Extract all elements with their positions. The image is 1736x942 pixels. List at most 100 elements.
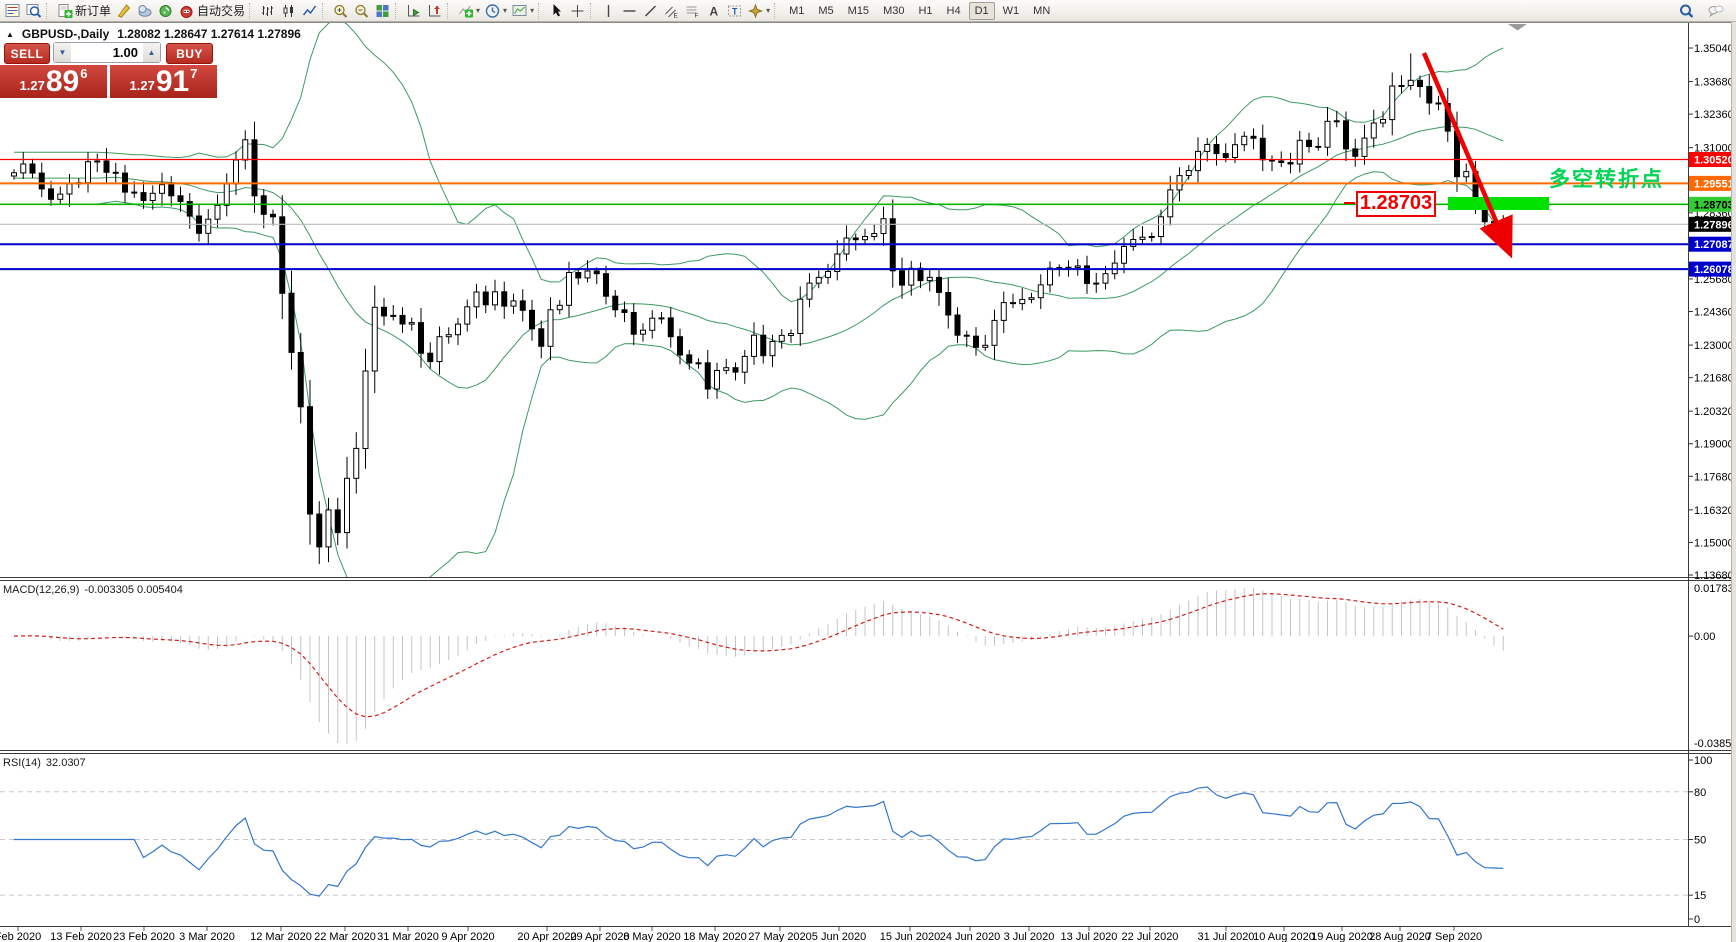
horizontal-line-icon[interactable] — [619, 2, 640, 20]
price-tick-label: 1.19000 — [1694, 439, 1734, 451]
price-tick-label: 1.35040 — [1694, 43, 1734, 55]
date-tick-label: 31 Jul 2020 — [1198, 931, 1255, 942]
autotrading-icon[interactable]: 自动交易 — [176, 2, 247, 20]
price-badge-label: 1.28703 — [1694, 199, 1734, 211]
text-icon[interactable]: A — [703, 2, 724, 20]
cursor-icon[interactable] — [546, 2, 567, 20]
timeframe-d1-button[interactable]: D1 — [968, 1, 995, 20]
chat-icon[interactable] — [1705, 2, 1726, 20]
volume-increase-button[interactable]: ▲ — [143, 43, 160, 62]
timeframe-m1-button[interactable]: M1 — [783, 2, 810, 20]
turning-point-annotation[interactable]: 多空转折点 — [1549, 163, 1664, 193]
mt4-window: 新订单 自动交易 ▾ ▾ ▾ E F A T ▾ M1 M5 M15 M30 H1 H4 D1 W1 MN ▲ GB… — [0, 0, 1736, 942]
rsi-axis-label: 0 — [1694, 914, 1700, 926]
toolbar-separator — [447, 2, 452, 19]
sell-button[interactable]: SELL — [4, 43, 50, 64]
price-badge-label: 1.27896 — [1694, 219, 1734, 231]
chevron-down-icon: ▾ — [766, 5, 771, 15]
sell-price-sup: 6 — [80, 66, 88, 81]
toolbar-separator — [322, 2, 327, 19]
date-tick-label: 10 Aug 2020 — [1253, 931, 1315, 942]
date-tick-label: 3 Jul 2020 — [1004, 931, 1055, 942]
toolbar-separator — [395, 2, 400, 19]
chart-shift-icon[interactable] — [424, 2, 445, 20]
search-icon[interactable] — [1676, 2, 1697, 20]
price-tick-label: 1.15000 — [1694, 537, 1734, 549]
buy-price-big: 91 — [155, 65, 190, 98]
toolbar-separator — [590, 2, 595, 19]
periods-icon[interactable]: ▾ — [482, 2, 509, 20]
trendline-icon[interactable] — [640, 2, 661, 20]
line-chart-icon[interactable] — [299, 2, 320, 20]
svg-text:A: A — [710, 4, 719, 18]
highlight-rectangle[interactable] — [1448, 197, 1549, 210]
date-tick-label: 31 Mar 2020 — [377, 931, 439, 942]
chevron-down-icon: ▾ — [530, 5, 535, 15]
macd-axis-label: 0.017833 — [1694, 583, 1736, 595]
auto-scroll-icon[interactable] — [403, 2, 424, 20]
volume-stepper: ▼ 1.00 ▲ — [53, 42, 161, 63]
date-tick-label: 7 Sep 2020 — [1426, 931, 1482, 942]
market-watch-icon[interactable] — [2, 2, 23, 20]
volume-input[interactable]: 1.00 — [71, 43, 143, 62]
sell-price-button[interactable]: 1.27 89 6 — [0, 65, 107, 98]
sell-price-prefix: 1.27 — [19, 78, 45, 93]
window-edge — [1731, 0, 1736, 942]
svg-text:E: E — [674, 12, 679, 19]
price-tick-label: 1.21680 — [1694, 373, 1734, 385]
svg-text:F: F — [695, 12, 699, 19]
timeframe-m15-button[interactable]: M15 — [842, 2, 875, 20]
bar-chart-icon[interactable] — [257, 2, 278, 20]
new-order-icon[interactable]: 新订单 — [54, 2, 113, 20]
ohlc-values: 1.28082 1.28647 1.27614 1.27896 — [117, 27, 301, 41]
chevron-down-icon: ▾ — [476, 5, 481, 15]
price-tick-label: 1.24360 — [1694, 307, 1734, 319]
terminal-icon[interactable] — [134, 2, 155, 20]
date-tick-label: 20 Apr 2020 — [517, 931, 576, 942]
buy-price-button[interactable]: 1.27 91 7 — [110, 65, 217, 98]
buy-button[interactable]: BUY — [166, 43, 213, 64]
tile-windows-icon[interactable] — [372, 2, 393, 20]
zoom-in-icon[interactable] — [330, 2, 351, 20]
timeframe-m30-button[interactable]: M30 — [877, 2, 910, 20]
toolbar-separator — [538, 2, 543, 19]
mobile-trading-icon[interactable] — [155, 2, 176, 20]
buy-price-prefix: 1.27 — [129, 78, 155, 93]
toolbar-separator — [249, 2, 254, 19]
one-click-collapse-icon[interactable]: ▲ — [6, 30, 14, 39]
zoom-out-icon[interactable] — [351, 2, 372, 20]
one-click-trading-panel: SELL ▼ 1.00 ▲ BUY 1.27 89 6 1.27 91 7 — [0, 42, 218, 98]
fibonacci-icon[interactable]: F — [682, 2, 703, 20]
indicators-icon[interactable]: ▾ — [455, 2, 482, 20]
autotrading-label: 自动交易 — [197, 4, 246, 18]
vertical-line-icon[interactable] — [598, 2, 619, 20]
new-order-label: 新订单 — [75, 4, 112, 18]
timeframe-h4-button[interactable]: H4 — [941, 2, 967, 20]
price-callout-box[interactable]: 1.28703 — [1356, 191, 1436, 217]
price-badge-label: 1.26078 — [1694, 264, 1734, 276]
volume-decrease-button[interactable]: ▼ — [54, 43, 71, 62]
rsi-axis-label: 80 — [1694, 787, 1706, 799]
templates-icon[interactable]: ▾ — [509, 2, 536, 20]
timeframe-mn-button[interactable]: MN — [1027, 2, 1056, 20]
data-window-icon[interactable] — [23, 2, 44, 20]
macd-pane-label: MACD(12,26,9) -0.003305 0.005404 — [3, 584, 183, 596]
date-tick-label: 8 May 2020 — [623, 931, 680, 942]
price-tick-label: 1.33680 — [1694, 77, 1734, 89]
date-tick-label: 29 Apr 2020 — [570, 931, 629, 942]
date-tick-label: 22 Jul 2020 — [1122, 931, 1179, 942]
text-label-icon[interactable]: T — [724, 2, 745, 20]
timeframe-m5-button[interactable]: M5 — [812, 2, 839, 20]
candlestick-chart-icon[interactable] — [278, 2, 299, 20]
chevron-down-icon: ▾ — [503, 5, 508, 15]
equidistant-channel-icon[interactable]: E — [661, 2, 682, 20]
timeframe-w1-button[interactable]: W1 — [997, 2, 1026, 20]
rsi-axis-label: 15 — [1694, 890, 1706, 902]
metaeditor-icon[interactable] — [113, 2, 134, 20]
chart-plot-area[interactable]: 1.350401.336801.323601.310001.283601.270… — [0, 0, 1736, 942]
arrows-icon[interactable]: ▾ — [745, 2, 772, 20]
timeframe-h1-button[interactable]: H1 — [912, 2, 938, 20]
crosshair-icon[interactable] — [567, 2, 588, 20]
price-tick-label: 1.17680 — [1694, 471, 1734, 483]
price-tick-label: 1.32360 — [1694, 109, 1734, 121]
